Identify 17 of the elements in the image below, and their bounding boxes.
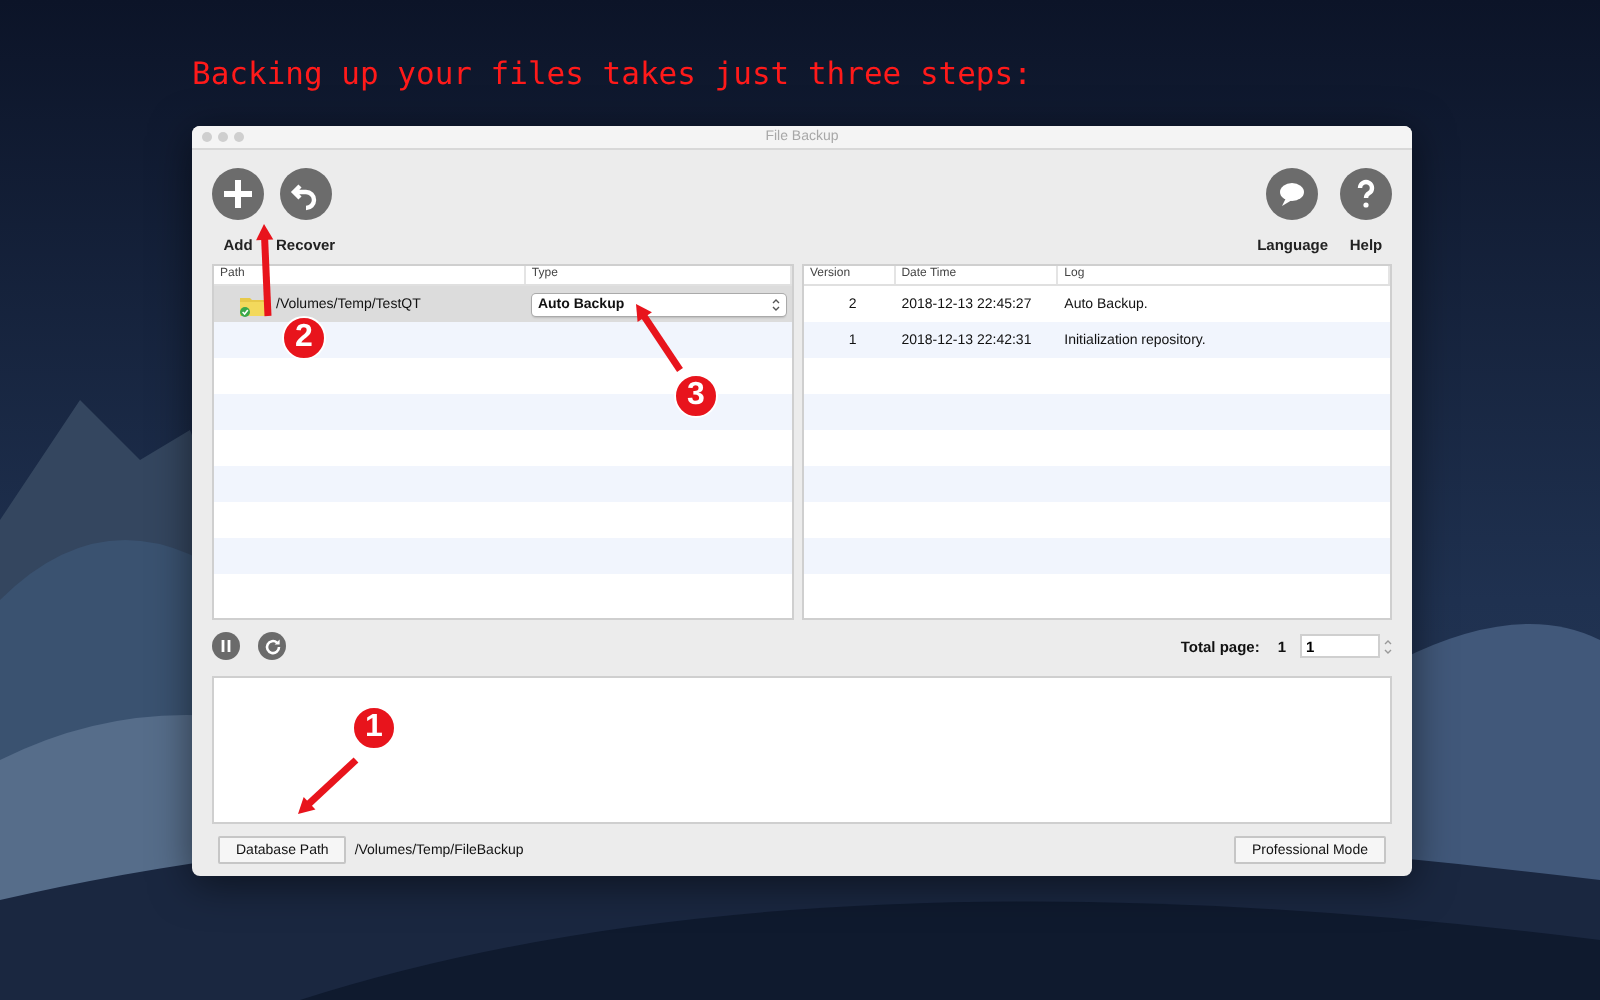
zoom-icon[interactable] xyxy=(234,132,244,142)
pointer-arrow xyxy=(298,757,359,814)
stepper-icon[interactable] xyxy=(1384,637,1392,655)
refresh-icon xyxy=(263,637,281,655)
pointer-arrow xyxy=(636,304,683,372)
updown-icon xyxy=(772,297,781,311)
heading: Backing up your files takes just three steps: xyxy=(192,54,1032,94)
undo-icon xyxy=(279,168,332,220)
plus-icon xyxy=(212,168,264,220)
speech-bubble-icon xyxy=(1266,168,1319,220)
close-icon[interactable] xyxy=(202,132,212,142)
pause-button[interactable] xyxy=(212,632,240,660)
refresh-button[interactable] xyxy=(258,632,286,660)
help-icon xyxy=(1340,168,1392,220)
pointer-arrow xyxy=(256,224,274,317)
minimize-icon[interactable] xyxy=(218,132,228,142)
pause-icon xyxy=(220,640,232,652)
